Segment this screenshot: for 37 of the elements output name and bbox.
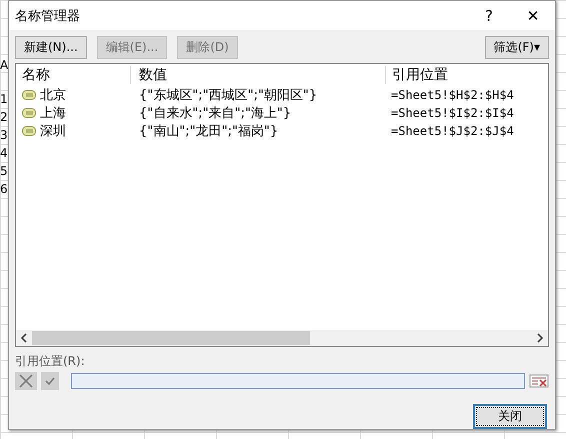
- row-number: 6: [0, 182, 8, 196]
- name-tag-icon: [22, 108, 36, 118]
- filter-button[interactable]: 筛选(F)▾: [484, 36, 549, 60]
- name-tag-icon: [22, 126, 36, 136]
- table-cell-text: {"自来水";"来自";"海上"}: [138, 105, 292, 122]
- table-cell-text: 深圳: [40, 123, 66, 140]
- field-label: 引用位置(R):: [14, 353, 86, 370]
- row-number: 4: [0, 146, 8, 160]
- help-button[interactable]: ?: [467, 6, 511, 26]
- table-cell-text: 上海: [40, 105, 66, 122]
- name-tag-icon: [22, 90, 36, 100]
- table-cell-text: =Sheet5!$I$2:$I$4: [390, 106, 514, 120]
- column-header: 数值: [130, 66, 385, 84]
- name-row[interactable]: 上海 {"自来水";"来自";"海上"} =Sheet5!$I$2:$I$4: [16, 104, 548, 122]
- table-cell-text: =Sheet5!$J$2:$J$4: [390, 124, 514, 138]
- window-title: 名称管理器: [15, 8, 80, 25]
- reference-field[interactable]: [71, 373, 525, 389]
- column-header: 名称: [21, 66, 51, 84]
- column-header: 引用位置: [385, 66, 448, 84]
- close-button[interactable]: ✕: [511, 6, 555, 26]
- name-row[interactable]: 深圳 {"南山";"龙田";"福岗"} =Sheet5!$J$2:$J$4: [16, 122, 548, 140]
- toolbar-button[interactable]: 新建(N)...: [15, 36, 87, 60]
- collapse-dialog-icon[interactable]: [529, 373, 549, 389]
- row-number: 5: [0, 164, 8, 178]
- table-cell-text: {"东城区";"西城区";"朝阳区"}: [138, 87, 318, 104]
- row-number: 1: [0, 92, 8, 106]
- name-row[interactable]: 北京 {"东城区";"西城区";"朝阳区"} =Sheet5!$H$2:$H$4: [16, 86, 548, 104]
- row-number: 2: [0, 110, 8, 124]
- row-number: 3: [0, 128, 8, 142]
- cancel-icon[interactable]: [15, 372, 37, 390]
- horizontal-scrollbar[interactable]: [16, 330, 548, 346]
- confirm-icon[interactable]: [41, 372, 59, 390]
- table-cell-text: =Sheet5!$H$2:$H$4: [390, 88, 514, 102]
- table-cell-text: 北京: [40, 87, 66, 104]
- column-header: A: [0, 58, 8, 72]
- close-dialog-button[interactable]: 关闭: [473, 404, 547, 429]
- table-cell-text: {"南山";"龙田";"福岗"}: [138, 123, 280, 140]
